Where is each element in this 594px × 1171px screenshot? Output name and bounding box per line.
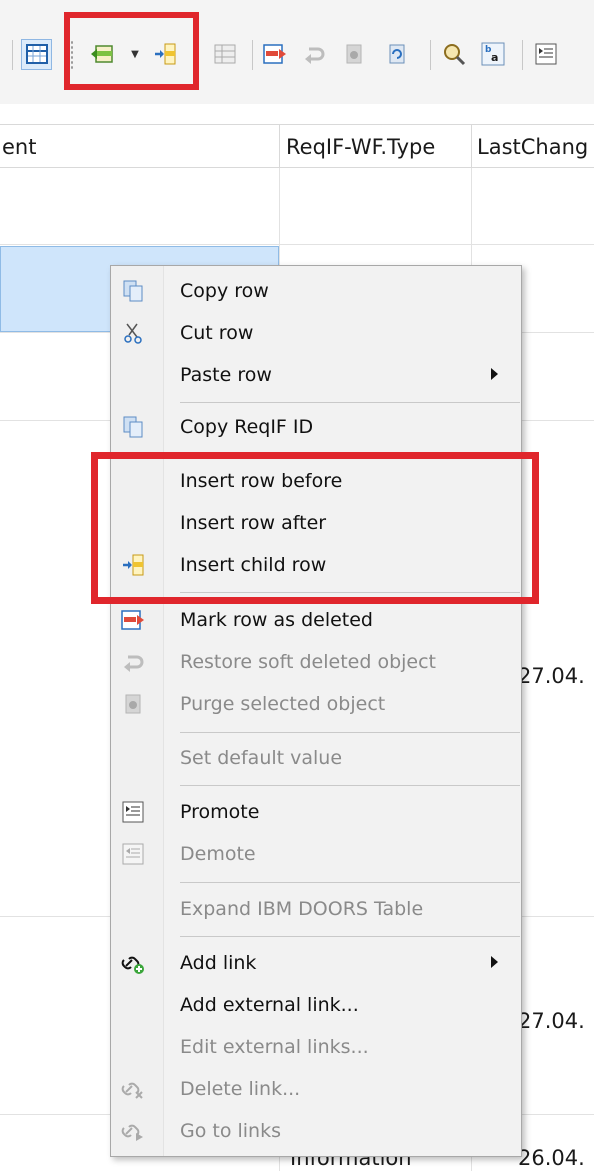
- menu-item-add-link[interactable]: Add link: [111, 942, 521, 984]
- undo-arrow-icon: [121, 650, 145, 674]
- context-menu: Copy row Cut row Paste row Copy ReqIF ID…: [110, 265, 522, 1157]
- mark-deleted-icon[interactable]: [263, 42, 287, 66]
- undo-arrow-icon[interactable]: [302, 42, 326, 66]
- toolbar-separator: [522, 40, 523, 70]
- menu-item-edit-external-links[interactable]: Edit external links...: [111, 1026, 521, 1068]
- table-cell-date: 27.04.: [518, 1009, 585, 1033]
- menu-item-paste-row[interactable]: Paste row: [111, 354, 521, 396]
- scissors-icon: [121, 321, 145, 345]
- menu-item-label: Go to links: [180, 1120, 282, 1142]
- menu-item-mark-row-deleted[interactable]: Mark row as deleted: [111, 599, 521, 641]
- menu-item-label: Paste row: [180, 364, 272, 386]
- menu-item-label: Edit external links...: [180, 1036, 369, 1058]
- menu-separator: [180, 936, 520, 937]
- submenu-arrow-icon: [491, 956, 498, 968]
- menu-separator: [180, 732, 520, 733]
- refresh-icon[interactable]: [385, 42, 409, 66]
- column-header-lastchanged[interactable]: LastChang: [471, 124, 594, 168]
- menu-item-purge-selected[interactable]: Purge selected object: [111, 683, 521, 725]
- toolbar-separator: [252, 40, 253, 70]
- menu-item-add-external-link[interactable]: Add external link...: [111, 984, 521, 1026]
- promote-icon: [121, 800, 145, 824]
- menu-item-delete-link[interactable]: Delete link...: [111, 1068, 521, 1110]
- table-cell-date: 27.04.: [518, 664, 585, 688]
- row-divider: [0, 244, 594, 245]
- menu-item-expand-doors-table[interactable]: Expand IBM DOORS Table: [111, 888, 521, 930]
- menu-item-label: Copy row: [180, 280, 269, 302]
- promote-icon[interactable]: [534, 42, 558, 66]
- toolbar-separator: [12, 40, 13, 70]
- demote-icon: [121, 842, 145, 866]
- column-header-type[interactable]: ReqIF-WF.Type: [279, 124, 471, 168]
- menu-item-label: Set default value: [180, 747, 343, 769]
- menu-item-set-default-value[interactable]: Set default value: [111, 737, 521, 779]
- menu-item-copy-row[interactable]: Copy row: [111, 270, 521, 312]
- menu-item-label: Delete link...: [180, 1078, 301, 1100]
- svg-text:a: a: [491, 51, 498, 64]
- menu-item-label: Add link: [180, 952, 257, 974]
- table-cell-date: 26.04.: [518, 1146, 585, 1170]
- purge-icon: [121, 692, 145, 716]
- copy-icon: [121, 279, 145, 303]
- purge-icon[interactable]: [342, 42, 366, 66]
- submenu-arrow-icon: [491, 368, 498, 380]
- menu-item-go-to-links[interactable]: Go to links: [111, 1110, 521, 1152]
- menu-item-label: Promote: [180, 801, 260, 823]
- add-link-icon: [121, 951, 145, 975]
- menu-item-demote[interactable]: Demote: [111, 833, 521, 875]
- toolbar-separator: [430, 40, 431, 70]
- search-icon[interactable]: [442, 42, 466, 66]
- delete-link-icon: [121, 1077, 145, 1101]
- mark-deleted-icon: [121, 608, 145, 632]
- menu-item-label: Cut row: [180, 322, 254, 344]
- menu-item-label: Demote: [180, 843, 256, 865]
- copy-icon: [121, 415, 145, 439]
- menu-separator: [180, 785, 520, 786]
- menu-separator: [180, 882, 520, 883]
- menu-item-label: Expand IBM DOORS Table: [180, 898, 424, 920]
- menu-item-label: Purge selected object: [180, 693, 386, 715]
- column-header-element[interactable]: ent: [0, 124, 279, 168]
- table-view-icon[interactable]: [25, 42, 49, 66]
- menu-item-label: Copy ReqIF ID: [180, 416, 314, 438]
- find-replace-icon[interactable]: ba: [481, 42, 505, 66]
- menu-item-restore-soft-deleted[interactable]: Restore soft deleted object: [111, 641, 521, 683]
- menu-item-label: Add external link...: [180, 994, 359, 1016]
- toolbar-highlight-box: [64, 12, 199, 90]
- menu-item-cut-row[interactable]: Cut row: [111, 312, 521, 354]
- toolbar: ▼ ba: [0, 0, 594, 105]
- menu-item-promote[interactable]: Promote: [111, 791, 521, 833]
- go-to-links-icon: [121, 1119, 145, 1143]
- table-grid-icon[interactable]: [213, 42, 237, 66]
- menu-item-label: Restore soft deleted object: [180, 651, 437, 673]
- menu-item-label: Mark row as deleted: [180, 609, 373, 631]
- menu-separator: [180, 402, 520, 403]
- menu-item-copy-reqif-id[interactable]: Copy ReqIF ID: [111, 406, 521, 448]
- menu-highlight-box: [91, 452, 539, 604]
